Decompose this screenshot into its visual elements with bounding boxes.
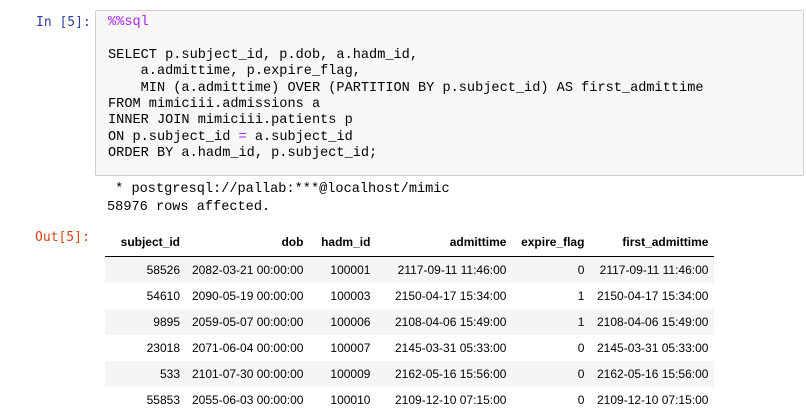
cell-expire-flag: 0 — [512, 387, 591, 413]
column-header-dob: dob — [186, 228, 310, 257]
code-line-on-right: a.subject_id — [246, 129, 353, 145]
cell-subject-id: 54610 — [105, 283, 186, 309]
cell-admittime: 2117-09-11 11:46:00 — [376, 256, 513, 283]
table-header-row: subject_id dob hadm_id admittime expire_… — [105, 228, 715, 257]
cell-subject-id: 58526 — [105, 256, 186, 283]
table-row: 23018 2071-06-04 00:00:00 100007 2145-03… — [105, 335, 715, 361]
cell-first-admittime: 2145-03-31 05:33:00 — [590, 335, 715, 361]
table-row: 55853 2055-06-03 00:00:00 100010 2109-12… — [105, 387, 715, 413]
cell-first-admittime: 2117-09-11 11:46:00 — [590, 256, 715, 283]
equals-operator: = — [238, 129, 247, 145]
table-row: 54610 2090-05-19 00:00:00 100003 2150-04… — [105, 283, 715, 309]
cell-subject-id: 533 — [105, 361, 186, 387]
cell-expire-flag: 0 — [512, 256, 591, 283]
code-line-columns: a.admittime, p.expire_flag, — [108, 64, 361, 80]
sql-code[interactable]: %%sql SELECT p.subject_id, p.dob, a.hadm… — [108, 15, 704, 163]
code-line-join: INNER JOIN mimiciii.patients p — [108, 113, 353, 129]
code-line-order: ORDER BY a.hadm_id, p.subject_id; — [108, 146, 378, 162]
column-header-first-admittime: first_admittime — [590, 228, 715, 257]
column-header-subject-id: subject_id — [105, 228, 186, 257]
connection-string: * postgresql://pallab:***@localhost/mimi… — [107, 182, 450, 197]
code-line-select: SELECT p.subject_id, p.dob, a.hadm_id, — [108, 47, 418, 63]
cell-first-admittime: 2162-05-16 15:56:00 — [590, 361, 715, 387]
code-line-from: FROM mimiciii.admissions a — [108, 97, 321, 113]
rows-affected: 58976 rows affected. — [107, 199, 271, 215]
cell-dob: 2071-06-04 00:00:00 — [186, 335, 310, 361]
column-header-admittime: admittime — [376, 228, 513, 257]
column-header-hadm-id: hadm_id — [309, 228, 377, 257]
input-prompt: In [5]: — [36, 15, 91, 30]
output-prompt: Out[5]: — [35, 230, 90, 245]
cell-hadm-id: 100009 — [309, 361, 377, 387]
table-row: 9895 2059-05-07 00:00:00 100006 2108-04-… — [105, 309, 715, 335]
cell-dob: 2101-07-30 00:00:00 — [186, 361, 310, 387]
cell-first-admittime: 2108-04-06 15:49:00 — [590, 309, 715, 335]
sql-magic: %%sql — [108, 15, 149, 30]
code-line-window-min: MIN (a.admittime) OVER (PARTITION BY p.s… — [108, 80, 704, 96]
cell-expire-flag: 0 — [512, 361, 591, 387]
cell-expire-flag: 0 — [512, 335, 591, 361]
cell-expire-flag: 1 — [512, 283, 591, 309]
cell-subject-id: 23018 — [105, 335, 186, 361]
cell-first-admittime: 2150-04-17 15:34:00 — [590, 283, 715, 309]
cell-admittime: 2109-12-10 07:15:00 — [376, 387, 513, 413]
cell-hadm-id: 100007 — [309, 335, 377, 361]
code-line-on: ON p.subject_id = a.subject_id — [108, 130, 353, 145]
result-table: subject_id dob hadm_id admittime expire_… — [105, 228, 715, 413]
code-line-on-left: ON p.subject_id — [108, 129, 239, 145]
cell-dob: 2082-03-21 00:00:00 — [186, 256, 310, 283]
cell-subject-id: 55853 — [105, 387, 186, 413]
cell-dob: 2055-06-03 00:00:00 — [186, 387, 310, 413]
cell-admittime: 2108-04-06 15:49:00 — [376, 309, 513, 335]
table-row: 58526 2082-03-21 00:00:00 100001 2117-09… — [105, 256, 715, 283]
table-row: 533 2101-07-30 00:00:00 100009 2162-05-1… — [105, 361, 715, 387]
column-header-expire-flag: expire_flag — [512, 228, 591, 257]
cell-admittime: 2145-03-31 05:33:00 — [376, 335, 513, 361]
cell-hadm-id: 100006 — [309, 309, 377, 335]
cell-hadm-id: 100010 — [309, 387, 377, 413]
cell-subject-id: 9895 — [105, 309, 186, 335]
cell-dob: 2059-05-07 00:00:00 — [186, 309, 310, 335]
cell-hadm-id: 100001 — [309, 256, 377, 283]
cell-stdout: * postgresql://pallab:***@localhost/mimi… — [107, 181, 450, 216]
cell-dob: 2090-05-19 00:00:00 — [186, 283, 310, 309]
code-cell-input[interactable]: %%sql SELECT p.subject_id, p.dob, a.hadm… — [95, 10, 804, 176]
cell-hadm-id: 100003 — [309, 283, 377, 309]
cell-admittime: 2162-05-16 15:56:00 — [376, 361, 513, 387]
cell-admittime: 2150-04-17 15:34:00 — [376, 283, 513, 309]
cell-first-admittime: 2109-12-10 07:15:00 — [590, 387, 715, 413]
cell-expire-flag: 1 — [512, 309, 591, 335]
